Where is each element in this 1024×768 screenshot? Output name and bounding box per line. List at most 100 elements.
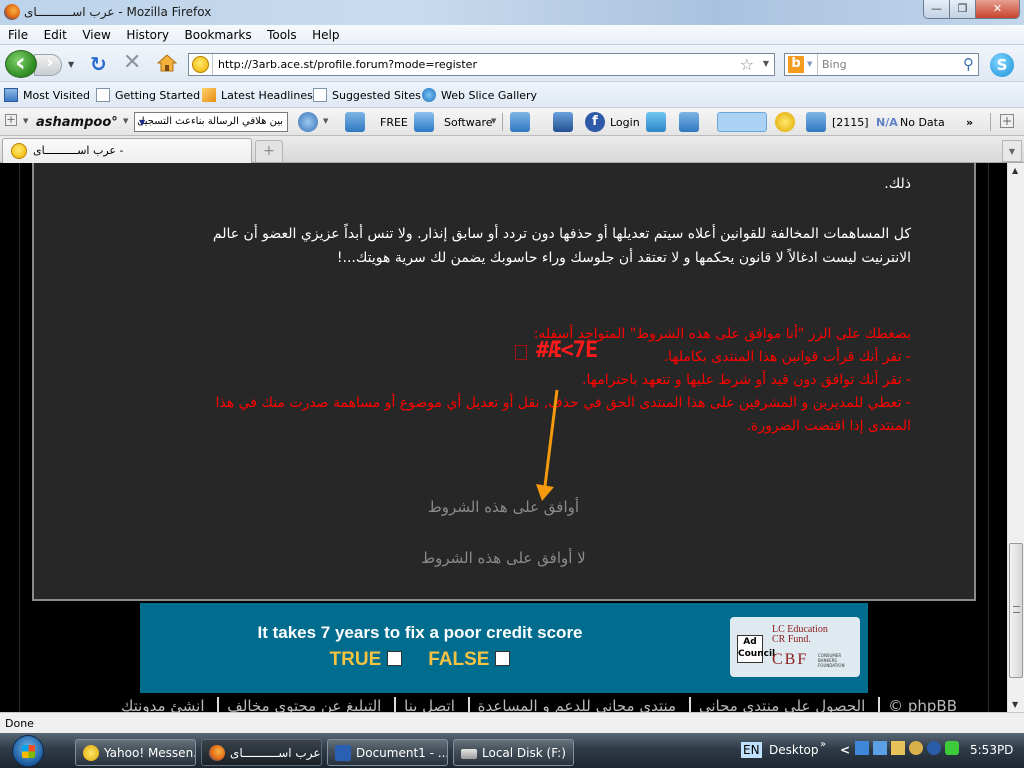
tv-icon[interactable] (679, 112, 699, 132)
terms-paragraph-tail: ذلك. (884, 176, 911, 192)
menu-view[interactable]: View (82, 25, 110, 42)
counter-label[interactable]: [2115] (832, 116, 869, 129)
disagree-terms-link[interactable]: لا أوافق على هذه الشروط (421, 549, 585, 567)
footer-support-forum[interactable]: منتدى مجاني للدعم و المساعدة (467, 697, 684, 712)
tray-window-icon[interactable] (855, 741, 869, 755)
taskbar-yahoo-messenger[interactable]: Yahoo! Messen... (75, 739, 196, 766)
stop-icon[interactable]: ✕ (123, 52, 141, 74)
taskbar-word-document[interactable]: Document1 - ... (327, 739, 448, 766)
desktop-toolbar[interactable]: Desktop (769, 743, 819, 757)
taskbar-local-disk[interactable]: Local Disk (F:) (453, 739, 574, 766)
ashampoo-menu-dropdown-icon[interactable]: ▼ (123, 117, 128, 125)
title-bar: عرب اســــــــــاى - Mozilla Firefox — ❐… (0, 0, 1024, 25)
facebook-icon[interactable]: f (585, 112, 605, 132)
go-dropdown-icon[interactable]: ▼ (323, 117, 328, 125)
na-icon: N/A (876, 116, 898, 129)
chevron-down-icon[interactable]: ▼ (139, 118, 145, 127)
menu-tools[interactable]: Tools (267, 25, 297, 42)
footer-free-forum[interactable]: الحصول على منتدى مجاني (688, 697, 873, 712)
free-button[interactable]: FREE (380, 116, 408, 129)
bookmark-latest-headlines[interactable]: Latest Headlines (202, 88, 313, 102)
scroll-down-icon[interactable]: ▼ (1012, 700, 1018, 709)
security-icon[interactable] (909, 741, 923, 755)
reload-icon[interactable]: ↻ (90, 54, 107, 74)
taskbar-firefox[interactable]: عرب اســــــــــاى -... (201, 739, 322, 766)
shopping-bag-icon (414, 112, 434, 132)
vertical-scrollbar[interactable]: ▲ ▼ (1007, 163, 1024, 712)
menu-help[interactable]: Help (312, 25, 339, 42)
page-icon (313, 88, 327, 102)
toolbar-options-dropdown-icon[interactable]: ▼ (23, 117, 28, 125)
forward-button[interactable] (34, 52, 62, 76)
flickr-icon[interactable] (553, 112, 573, 132)
new-tab-button[interactable]: + (255, 140, 283, 162)
desktop-overflow-icon[interactable]: » (820, 739, 826, 750)
menu-bar: File Edit View History Bookmarks Tools H… (0, 25, 1024, 45)
menu-bookmarks[interactable]: Bookmarks (185, 25, 252, 42)
ad-true-checkbox[interactable] (387, 651, 403, 666)
restore-button[interactable]: ❐ (950, 0, 976, 18)
games-controller-icon[interactable] (510, 112, 530, 132)
software-dropdown-icon[interactable]: ▼ (491, 117, 496, 125)
scrollbar-thumb[interactable] (1009, 543, 1023, 678)
firefox-icon (209, 745, 225, 761)
toolbar-add-icon[interactable]: + (5, 114, 17, 126)
tab-favicon (11, 143, 27, 159)
ashampoo-logo[interactable]: ashampoo° (36, 115, 118, 130)
menu-file[interactable]: File (8, 25, 28, 42)
footer-phpbb[interactable]: phpBB © (878, 697, 965, 712)
media-player-controls[interactable] (717, 112, 767, 132)
footer-create-blog[interactable]: انشئ مدونتك (113, 697, 213, 712)
bluetooth-icon[interactable] (927, 741, 941, 755)
menu-edit[interactable]: Edit (44, 25, 67, 42)
bing-logo-icon[interactable]: b (788, 56, 804, 73)
footer-contact[interactable]: اتصل بنا (394, 697, 463, 712)
ashampoo-search-select[interactable]: بين هلافي الرسالة بناءعث التسجيل ▼ (134, 112, 288, 132)
back-button[interactable] (5, 48, 37, 78)
yahoo-messenger-icon (83, 745, 99, 761)
news-icon[interactable] (806, 112, 826, 132)
url-bar[interactable]: http://3arb.ace.st/profile.forum?mode=re… (188, 53, 775, 76)
page-content: ذلك. كل المساهمات المخالفة للقوانين أعلا… (0, 163, 1007, 712)
toolbar-add-icon[interactable]: + (1000, 114, 1014, 128)
tab-list-dropdown-icon[interactable]: ▼ (1002, 140, 1022, 162)
magnifier-icon[interactable]: ⚲ (963, 55, 974, 73)
history-dropdown-icon[interactable]: ▼ (68, 60, 74, 69)
close-button[interactable]: ✕ (976, 0, 1019, 18)
go-arrow-icon[interactable] (298, 112, 318, 132)
login-button[interactable]: Login (610, 116, 640, 129)
bookmark-getting-started[interactable]: Getting Started (96, 88, 200, 102)
status-check-icon[interactable] (945, 741, 959, 755)
software-button[interactable]: Software (444, 116, 493, 129)
url-text[interactable]: http://3arb.ace.st/profile.forum?mode=re… (218, 58, 477, 71)
bookmark-suggested-sites[interactable]: Suggested Sites (313, 88, 421, 102)
twitter-icon[interactable] (646, 112, 666, 132)
skype-icon[interactable]: S (990, 53, 1014, 77)
smiley-icon[interactable] (775, 112, 795, 132)
scroll-up-icon[interactable]: ▲ (1012, 166, 1018, 175)
missing-glyph-box (515, 345, 527, 360)
tray-expand-icon[interactable]: < (840, 743, 850, 757)
mail-notify-icon[interactable] (891, 741, 905, 755)
search-input[interactable]: Bing (822, 58, 847, 71)
ad-false-checkbox[interactable] (495, 651, 511, 666)
bookmark-most-visited[interactable]: Most Visited (4, 88, 90, 102)
toolbar-overflow-button[interactable]: » (966, 116, 973, 129)
menu-history[interactable]: History (126, 25, 169, 42)
agree-terms-link[interactable]: أوافق على هذه الشروط (428, 498, 579, 516)
advertisement-banner[interactable]: It takes 7 years to fix a poor credit sc… (140, 603, 868, 693)
star-icon[interactable]: ☆ (740, 55, 754, 74)
language-indicator[interactable]: EN (741, 742, 762, 758)
minimize-button[interactable]: — (924, 0, 950, 18)
network-icon[interactable] (873, 741, 887, 755)
home-icon[interactable] (157, 54, 177, 72)
garbled-text-overlay: #Æ<7E (536, 338, 598, 363)
clock[interactable]: 5:53PD (970, 743, 1013, 757)
bookmark-web-slice-gallery[interactable]: Web Slice Gallery (422, 88, 537, 102)
tab-active[interactable]: عرب اســــــــــاى - (2, 138, 252, 163)
search-engine-dropdown-icon[interactable]: ▼ (807, 60, 812, 68)
url-dropdown-icon[interactable]: ▼ (763, 59, 769, 68)
start-button[interactable] (12, 735, 44, 767)
footer-report-abuse[interactable]: التبليغ عن محتوى مخالف (217, 697, 389, 712)
search-bar[interactable]: b ▼ Bing ⚲ (784, 53, 979, 76)
